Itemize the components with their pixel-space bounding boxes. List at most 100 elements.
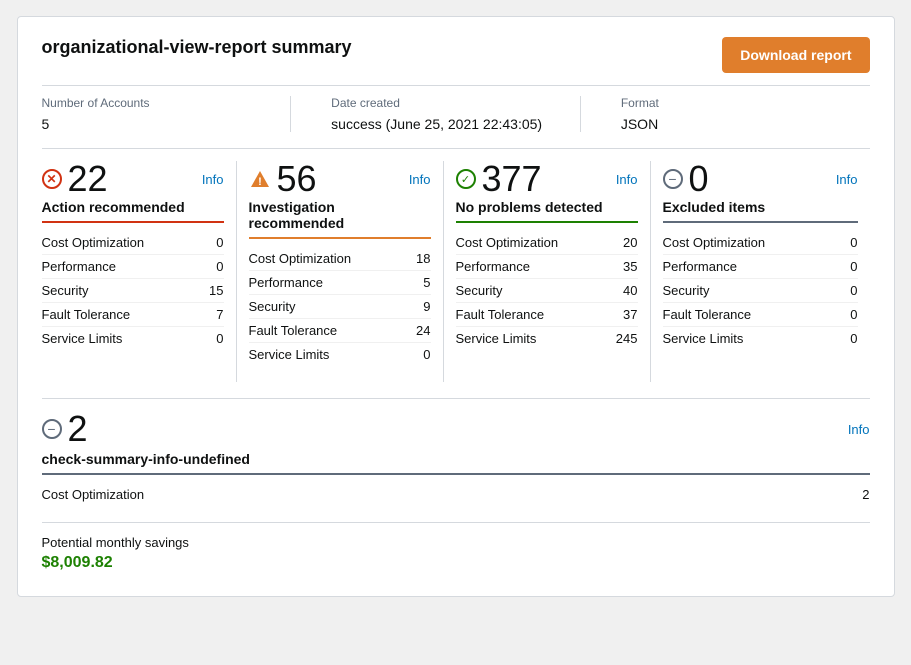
table-row: Cost Optimization 2 — [42, 483, 870, 506]
stat-icon-number-investigation: !56 — [249, 161, 317, 197]
stat-number-action: 22 — [68, 161, 108, 197]
category-name: Cost Optimization — [249, 251, 352, 266]
bottom-info-link[interactable]: Info — [848, 422, 870, 437]
category-name: Service Limits — [249, 347, 330, 362]
category-name: Fault Tolerance — [42, 307, 131, 322]
format-meta: Format JSON — [580, 96, 870, 132]
categories-investigation: Cost Optimization18Performance5Security9… — [249, 247, 431, 366]
category-count: 0 — [216, 259, 223, 274]
table-row: Cost Optimization0 — [663, 231, 858, 255]
stat-block-investigation: !56 Info Investigation recommended Cost Opt… — [249, 161, 444, 382]
category-name: Cost Optimization — [42, 487, 145, 502]
table-row: Fault Tolerance 0 — [663, 303, 858, 327]
table-row: Performance5 — [249, 271, 431, 295]
stat-block-action: ✕ 22 Info Action recommended Cost Optimizati… — [42, 161, 237, 382]
bottom-icon-number: − 2 — [42, 411, 88, 447]
minus-circle-icon: − — [42, 419, 62, 439]
category-name: Cost Optimization — [42, 235, 145, 250]
category-name: Fault Tolerance — [249, 323, 338, 338]
triangle-warning-icon: ! — [249, 168, 271, 190]
stat-label-action: Action recommended — [42, 199, 224, 223]
stat-header-excluded: −0 Info — [663, 161, 858, 197]
stat-label-investigation: Investigation recommended — [249, 199, 431, 239]
category-name: Security — [663, 283, 710, 298]
stat-header-investigation: !56 Info — [249, 161, 431, 197]
header-row: organizational-view-report summary Downl… — [42, 37, 870, 73]
category-count: 0 — [850, 283, 857, 298]
category-count: 0 — [850, 307, 857, 322]
category-count: 5 — [423, 275, 430, 290]
check-circle-icon: ✓ — [456, 169, 476, 189]
category-name: Security — [42, 283, 89, 298]
category-count: 0 — [850, 259, 857, 274]
category-count: 7 — [216, 307, 223, 322]
stat-block-no-problems: ✓377 Info No problems detected Cost Optimiz… — [456, 161, 651, 382]
table-row: Performance35 — [456, 255, 638, 279]
download-button[interactable]: Download report — [722, 37, 869, 73]
accounts-label: Number of Accounts — [42, 96, 291, 110]
category-name: Performance — [42, 259, 116, 274]
stat-icon-number-no-problems: ✓377 — [456, 161, 542, 197]
category-count: 15 — [209, 283, 223, 298]
table-row: Security 40 — [456, 279, 638, 303]
report-card: organizational-view-report summary Downl… — [17, 16, 895, 597]
category-count: 40 — [623, 283, 637, 298]
meta-row: Number of Accounts 5 Date created succes… — [42, 85, 870, 132]
x-circle-icon: ✕ — [42, 169, 62, 189]
category-count: 0 — [423, 347, 430, 362]
stat-number-excluded: 0 — [689, 161, 709, 197]
category-name: Service Limits — [456, 331, 537, 346]
category-name: Fault Tolerance — [456, 307, 545, 322]
savings-value: $8,009.82 — [42, 554, 870, 572]
categories-excluded: Cost Optimization0Performance0Security0F… — [663, 231, 858, 350]
info-link-investigation[interactable]: Info — [409, 172, 431, 187]
report-title: organizational-view-report summary — [42, 37, 352, 58]
table-row: Fault Tolerance 37 — [456, 303, 638, 327]
minus-circle-icon: − — [663, 169, 683, 189]
accounts-meta: Number of Accounts 5 — [42, 96, 291, 132]
stat-label-excluded: Excluded items — [663, 199, 858, 223]
date-value: success (June 25, 2021 22:43:05) — [331, 116, 580, 132]
category-count: 18 — [416, 251, 430, 266]
savings-section: Potential monthly savings $8,009.82 — [42, 522, 870, 572]
bottom-categories: Cost Optimization 2 — [42, 483, 870, 506]
table-row: Performance 0 — [663, 255, 858, 279]
table-row: Service Limits0 — [663, 327, 858, 350]
stat-header-action: ✕ 22 Info — [42, 161, 224, 197]
category-count: 0 — [216, 235, 223, 250]
category-count: 245 — [616, 331, 638, 346]
stats-grid: ✕ 22 Info Action recommended Cost Optimizati… — [42, 148, 870, 382]
category-name: Service Limits — [663, 331, 744, 346]
category-name: Fault Tolerance — [663, 307, 752, 322]
info-link-action[interactable]: Info — [202, 172, 224, 187]
category-count: 9 — [423, 299, 430, 314]
table-row: Security 0 — [663, 279, 858, 303]
format-label: Format — [621, 96, 870, 110]
category-name: Security — [456, 283, 503, 298]
savings-label: Potential monthly savings — [42, 535, 870, 550]
category-name: Service Limits — [42, 331, 123, 346]
category-name: Performance — [663, 259, 737, 274]
table-row: Cost Optimization 0 — [42, 231, 224, 255]
accounts-value: 5 — [42, 116, 291, 132]
info-link-excluded[interactable]: Info — [836, 172, 858, 187]
date-label: Date created — [331, 96, 580, 110]
table-row: Performance 0 — [42, 255, 224, 279]
table-row: Cost Optimization20 — [456, 231, 638, 255]
table-row: Security 15 — [42, 279, 224, 303]
category-count: 2 — [862, 487, 869, 502]
table-row: Fault Tolerance 7 — [42, 303, 224, 327]
table-row: Service Limits 0 — [249, 343, 431, 366]
category-name: Cost Optimization — [456, 235, 559, 250]
categories-action: Cost Optimization 0 Performance 0 Security 15… — [42, 231, 224, 350]
category-count: 0 — [216, 331, 223, 346]
categories-no-problems: Cost Optimization20Performance35Security… — [456, 231, 638, 350]
category-count: 37 — [623, 307, 637, 322]
stat-label-no-problems: No problems detected — [456, 199, 638, 223]
format-value: JSON — [621, 116, 870, 132]
table-row: Service Limits 0 — [42, 327, 224, 350]
bottom-number: 2 — [68, 411, 88, 447]
info-link-no-problems[interactable]: Info — [616, 172, 638, 187]
date-meta: Date created success (June 25, 2021 22:4… — [290, 96, 580, 132]
category-name: Performance — [456, 259, 530, 274]
